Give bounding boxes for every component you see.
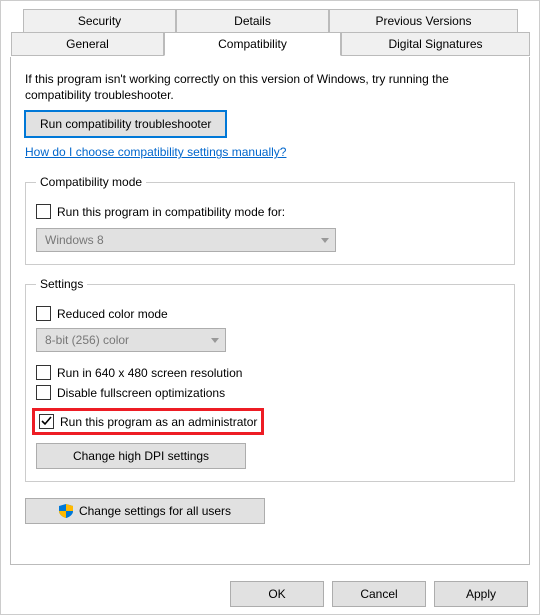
ok-button[interactable]: OK	[230, 581, 324, 607]
tab-compatibility[interactable]: Compatibility	[164, 32, 341, 56]
run-as-admin-label: Run this program as an administrator	[60, 415, 257, 429]
change-dpi-button[interactable]: Change high DPI settings	[36, 443, 246, 469]
reduced-color-label: Reduced color mode	[57, 307, 168, 321]
run-troubleshooter-button[interactable]: Run compatibility troubleshooter	[25, 111, 226, 137]
disable-fullscreen-label: Disable fullscreen optimizations	[57, 386, 225, 400]
chevron-down-icon	[211, 338, 219, 343]
compatibility-mode-group: Compatibility mode Run this program in c…	[25, 175, 515, 265]
compat-mode-checkbox[interactable]	[36, 204, 51, 219]
run-as-admin-checkbox[interactable]	[39, 414, 54, 429]
settings-group: Settings Reduced color mode 8-bit (256) …	[25, 277, 515, 482]
tab-previous-versions[interactable]: Previous Versions	[329, 9, 518, 33]
color-mode-select[interactable]: 8-bit (256) color	[36, 328, 226, 352]
tab-digital-signatures[interactable]: Digital Signatures	[341, 32, 530, 56]
tab-body-compatibility: If this program isn't working correctly …	[10, 57, 530, 565]
dialog-buttons: OK Cancel Apply	[230, 581, 528, 607]
tab-security[interactable]: Security	[23, 9, 176, 33]
intro-text: If this program isn't working correctly …	[25, 71, 515, 103]
settings-legend: Settings	[36, 277, 87, 291]
chevron-down-icon	[321, 238, 329, 243]
tabs-area: Security Details Previous Versions Gener…	[11, 9, 529, 59]
compat-mode-label: Run this program in compatibility mode f…	[57, 205, 285, 219]
tab-details[interactable]: Details	[176, 9, 329, 33]
shield-icon	[59, 504, 73, 518]
change-all-users-button[interactable]: Change settings for all users	[25, 498, 265, 524]
run-as-admin-highlight: Run this program as an administrator	[32, 408, 264, 435]
compatibility-mode-legend: Compatibility mode	[36, 175, 146, 189]
compat-mode-select[interactable]: Windows 8	[36, 228, 336, 252]
cancel-button[interactable]: Cancel	[332, 581, 426, 607]
run-640-checkbox[interactable]	[36, 365, 51, 380]
disable-fullscreen-checkbox[interactable]	[36, 385, 51, 400]
reduced-color-checkbox[interactable]	[36, 306, 51, 321]
help-link[interactable]: How do I choose compatibility settings m…	[25, 145, 286, 159]
run-640-label: Run in 640 x 480 screen resolution	[57, 366, 242, 380]
apply-button[interactable]: Apply	[434, 581, 528, 607]
tab-general[interactable]: General	[11, 32, 164, 56]
